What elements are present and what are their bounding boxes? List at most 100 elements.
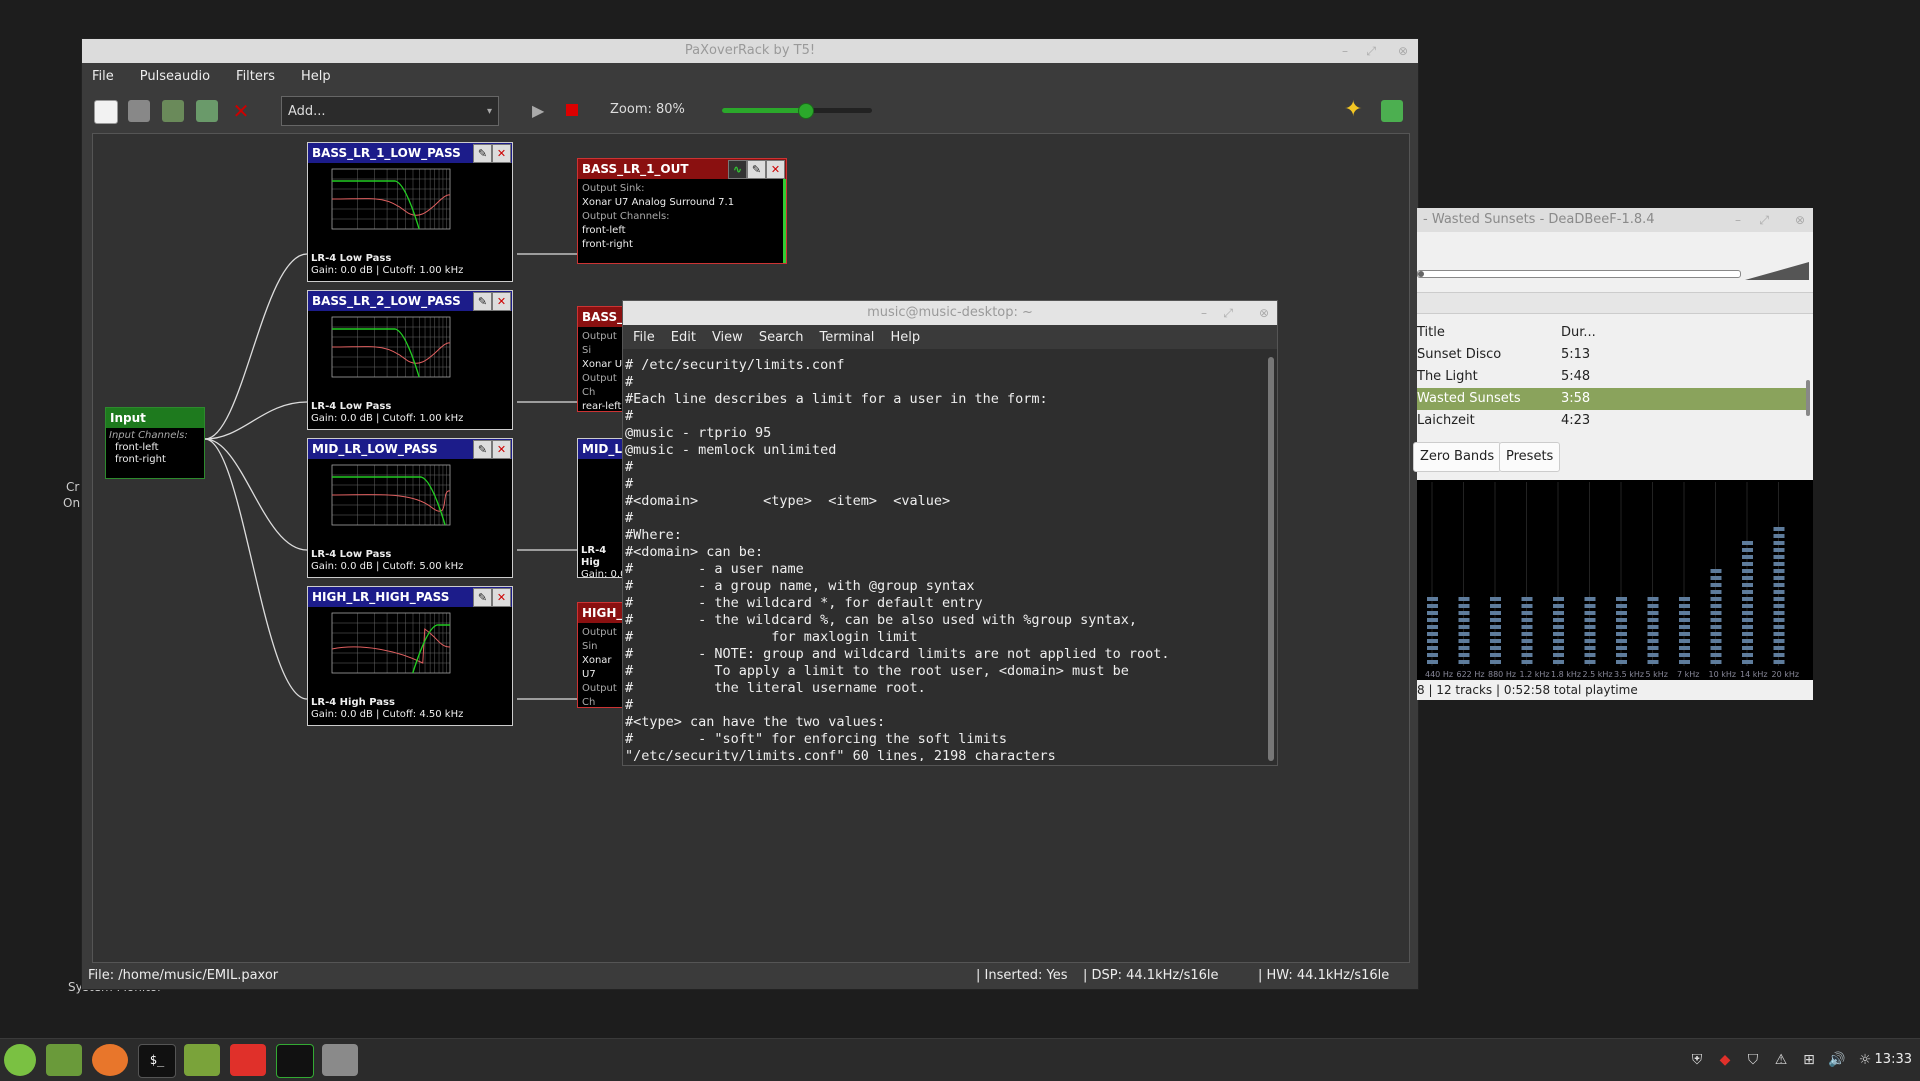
eq-band-segment[interactable] — [1710, 618, 1722, 622]
eq-band-segment[interactable] — [1773, 583, 1785, 587]
clock[interactable]: 13:33 — [1875, 1039, 1912, 1081]
eq-band-segment[interactable] — [1490, 646, 1501, 650]
star-icon[interactable]: ✦ — [1344, 97, 1362, 122]
eq-band-segment[interactable] — [1490, 653, 1501, 657]
close-icon[interactable]: ✕ — [492, 144, 511, 163]
eq-band-segment[interactable] — [1521, 625, 1533, 629]
eq-band-segment[interactable] — [1458, 653, 1470, 657]
menu-help[interactable]: Help — [301, 69, 331, 84]
eq-band-segment[interactable] — [1584, 653, 1596, 657]
terminal-scrollbar[interactable] — [1268, 357, 1274, 761]
eq-band-segment[interactable] — [1679, 618, 1690, 622]
eq-band-segment[interactable] — [1427, 639, 1438, 643]
eq-band-segment[interactable] — [1584, 646, 1596, 650]
eq-band-segment[interactable] — [1710, 611, 1722, 615]
eq-band-segment[interactable] — [1710, 660, 1722, 664]
eq-band-segment[interactable] — [1584, 639, 1596, 643]
eq-band-segment[interactable] — [1490, 618, 1501, 622]
eq-band-segment[interactable] — [1616, 604, 1627, 608]
eq-band-segment[interactable] — [1742, 604, 1753, 608]
eq-band-segment[interactable] — [1742, 611, 1753, 615]
input-node[interactable]: Input Input Channels: front-left front-r… — [105, 407, 205, 479]
eq-band-segment[interactable] — [1553, 597, 1564, 601]
eq-band-segment[interactable] — [1710, 597, 1722, 601]
eq-band-segment[interactable] — [1616, 653, 1627, 657]
eq-band-segment[interactable] — [1553, 604, 1564, 608]
zero-bands-button[interactable]: Zero Bands — [1413, 442, 1502, 472]
term-menu-edit[interactable]: Edit — [671, 330, 696, 345]
eq-band-segment[interactable] — [1773, 562, 1785, 566]
new-file-icon[interactable] — [94, 100, 118, 124]
eq-band-segment[interactable] — [1742, 632, 1753, 636]
eq-band-segment[interactable] — [1773, 660, 1785, 664]
close-icon[interactable]: ✕ — [492, 440, 511, 459]
eq-band-segment[interactable] — [1458, 632, 1470, 636]
exit-icon[interactable] — [1381, 100, 1403, 122]
terminal-icon[interactable]: $_ — [138, 1044, 176, 1078]
menu-pulseaudio[interactable]: Pulseaudio — [140, 69, 210, 84]
eq-band-segment[interactable] — [1773, 541, 1785, 545]
eq-band-segment[interactable] — [1773, 548, 1785, 552]
eq-band-segment[interactable] — [1616, 597, 1627, 601]
eq-band-segment[interactable] — [1773, 576, 1785, 580]
eq-band-segment[interactable] — [1521, 597, 1533, 601]
eq-band-segment[interactable] — [1742, 562, 1753, 566]
eq-band-segment[interactable] — [1553, 653, 1564, 657]
close-icon[interactable]: ⊗ — [1795, 208, 1805, 232]
eq-band-segment[interactable] — [1647, 597, 1659, 601]
files-icon[interactable] — [46, 1044, 82, 1076]
shield-icon[interactable]: ⛨ — [1688, 1051, 1706, 1069]
eq-band-segment[interactable] — [1710, 653, 1722, 657]
eq-band-segment[interactable] — [1584, 618, 1596, 622]
eq-band-segment[interactable] — [1710, 632, 1722, 636]
firefox-icon[interactable] — [92, 1044, 128, 1076]
seekbar[interactable] — [1417, 270, 1741, 278]
eq-band-segment[interactable] — [1773, 632, 1785, 636]
playlist-row[interactable]: Laichzeit 4:23 — [1417, 410, 1807, 432]
eq-band-segment[interactable] — [1490, 660, 1501, 664]
eq-band-segment[interactable] — [1647, 611, 1659, 615]
eq-band-segment[interactable] — [1647, 639, 1659, 643]
filter-node[interactable]: MID_LR_LOW_PASS ✎ ✕ LR-4 Low Pass Gain: 0.… — [307, 438, 513, 578]
term-menu-file[interactable]: File — [633, 330, 655, 345]
delete-icon[interactable]: ✕ — [230, 100, 252, 122]
close-icon[interactable]: ✕ — [492, 292, 511, 311]
eq-band-segment[interactable] — [1742, 576, 1753, 580]
volume-bar[interactable] — [1745, 260, 1809, 280]
eq-band-segment[interactable] — [1490, 597, 1501, 601]
eq-band-segment[interactable] — [1521, 639, 1533, 643]
eq-band-segment[interactable] — [1427, 611, 1438, 615]
eq-band-segment[interactable] — [1616, 646, 1627, 650]
eq-band-segment[interactable] — [1458, 611, 1470, 615]
eq-band-segment[interactable] — [1742, 541, 1753, 545]
eq-band-segment[interactable] — [1458, 625, 1470, 629]
menu-file[interactable]: File — [92, 69, 114, 84]
maximize-icon[interactable]: ⤢ — [1759, 208, 1769, 232]
eq-band-segment[interactable] — [1427, 632, 1438, 636]
eq-band-segment[interactable] — [1742, 653, 1753, 657]
stop-icon[interactable] — [566, 104, 578, 116]
eq-band-segment[interactable] — [1521, 646, 1533, 650]
eq-band-segment[interactable] — [1458, 660, 1470, 664]
eq-band-segment[interactable] — [1427, 618, 1438, 622]
filter-node[interactable]: BASS_LR_2_LOW_PASS ✎ ✕ LR-4 Low Pass Gain:… — [307, 290, 513, 430]
equalizer[interactable]: 440 Hz 622 Hz 880 Hz 1.2 kHz 1.8 kHz 2.5 kHz 3… — [1417, 480, 1813, 680]
eq-band-segment[interactable] — [1458, 618, 1470, 622]
eq-band-segment[interactable] — [1679, 639, 1690, 643]
anydesk-icon[interactable] — [230, 1044, 266, 1076]
deadbeef-titlebar[interactable]: - Wasted Sunsets - DeaDBeeF-1.8.4 – ⤢ ⊗ — [1417, 208, 1813, 232]
eq-band-segment[interactable] — [1584, 604, 1596, 608]
eq-band-segment[interactable] — [1773, 604, 1785, 608]
close-icon[interactable]: ✕ — [766, 160, 785, 179]
eq-band-segment[interactable] — [1773, 646, 1785, 650]
eq-band-segment[interactable] — [1710, 646, 1722, 650]
network-icon[interactable]: ⊞ — [1800, 1051, 1818, 1069]
eq-band-segment[interactable] — [1742, 548, 1753, 552]
eq-band-segment[interactable] — [1647, 646, 1659, 650]
eq-band-segment[interactable] — [1710, 639, 1722, 643]
monitor-icon[interactable]: ∿ — [728, 160, 747, 179]
eq-band-segment[interactable] — [1458, 639, 1470, 643]
eq-band-segment[interactable] — [1647, 653, 1659, 657]
zoom-slider[interactable] — [722, 103, 872, 119]
security-icon[interactable]: ⛉ — [1744, 1051, 1762, 1069]
